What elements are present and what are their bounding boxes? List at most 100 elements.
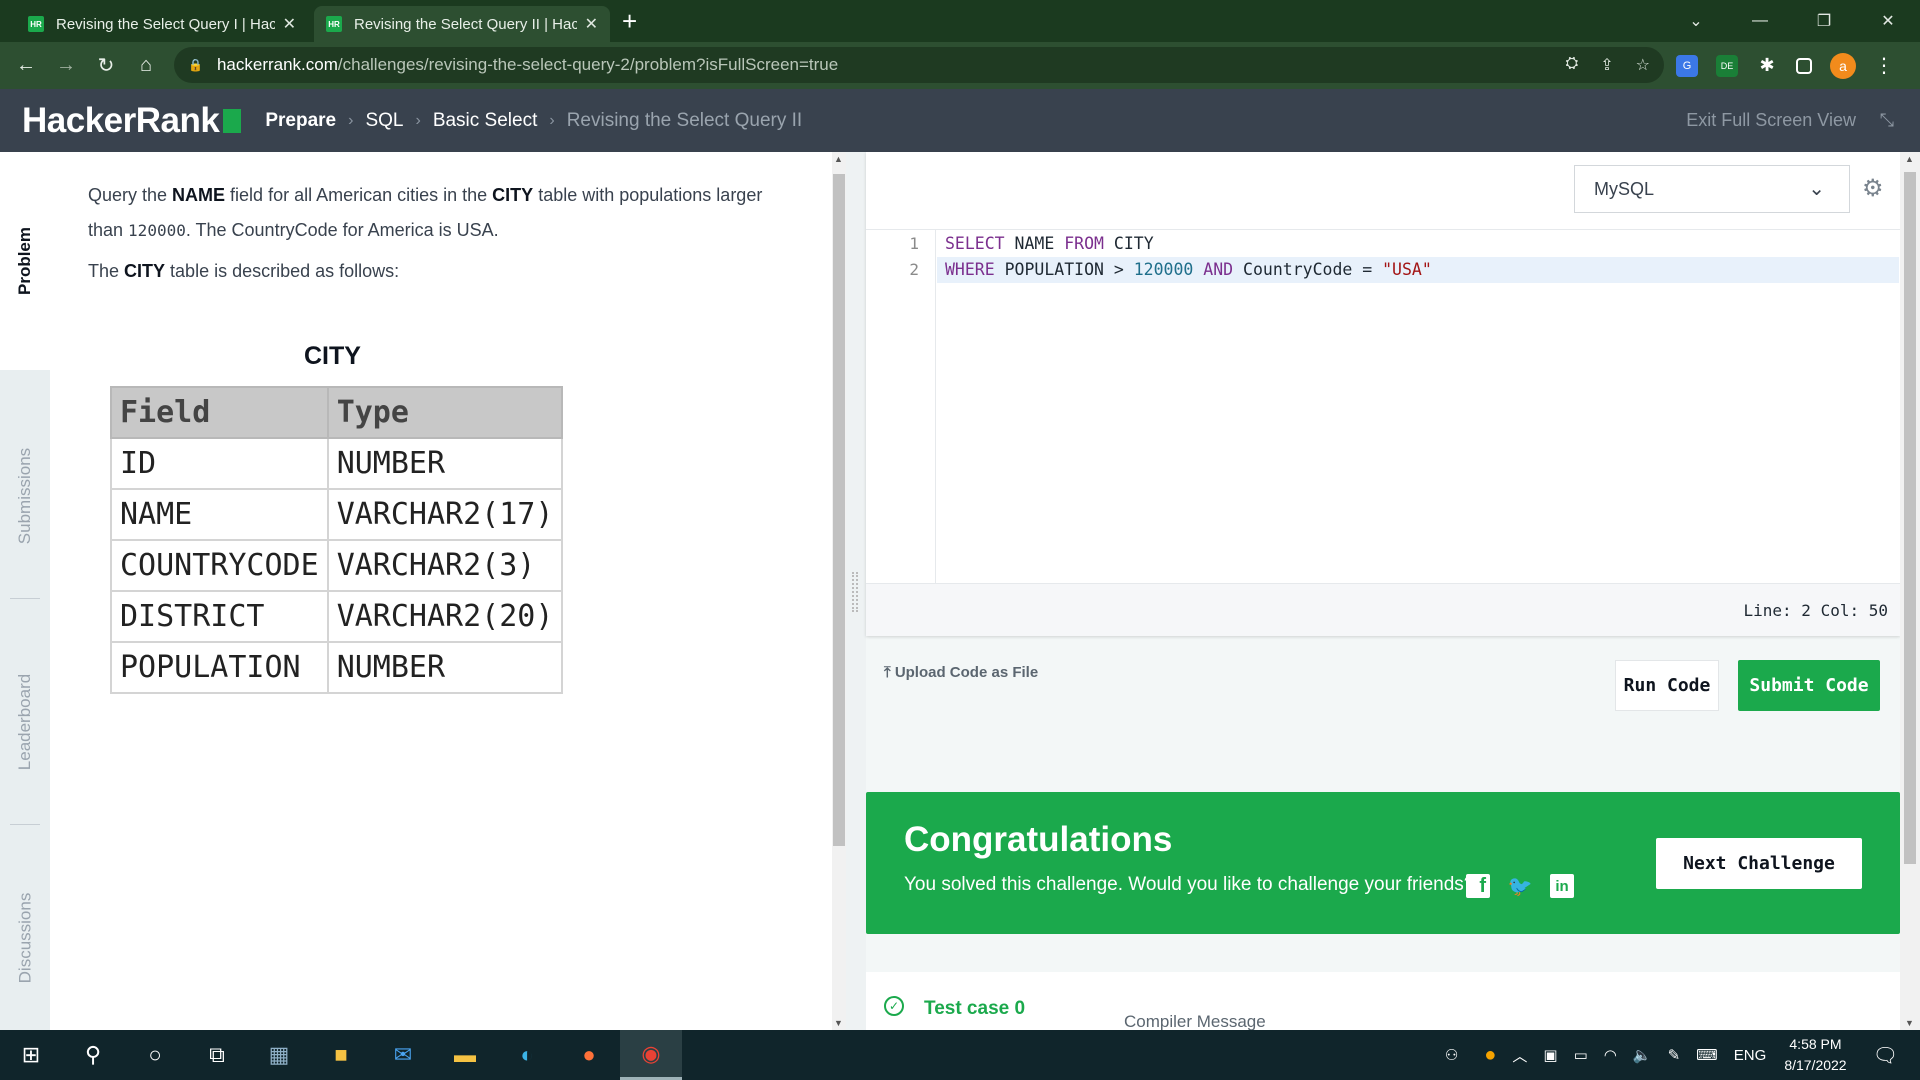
line-number: 1: [909, 234, 919, 253]
code-token: 120000: [1133, 260, 1194, 279]
side-panel-icon[interactable]: [1796, 57, 1812, 74]
panel-splitter[interactable]: [846, 152, 866, 1030]
scrollbar-thumb[interactable]: [1904, 172, 1916, 864]
facebook-icon[interactable]: f: [1466, 874, 1490, 898]
close-icon[interactable]: ✕: [283, 14, 296, 34]
share-icon[interactable]: ⇪: [1600, 55, 1613, 75]
restore-icon[interactable]: ❐: [1792, 11, 1856, 31]
text: . The CountryCode for America is: [185, 220, 457, 240]
pen-icon[interactable]: ✎: [1668, 1046, 1681, 1064]
linkedin-icon[interactable]: in: [1550, 874, 1574, 898]
scroll-down-icon[interactable]: ▼: [834, 1018, 843, 1028]
firefox-icon[interactable]: ●: [558, 1030, 620, 1080]
code-line[interactable]: WHERE POPULATION > 120000 AND CountryCod…: [937, 257, 1899, 283]
table-cell: POPULATION: [110, 641, 329, 694]
mail-icon[interactable]: ✉: [372, 1030, 434, 1080]
profile-avatar[interactable]: a: [1830, 52, 1856, 79]
extensions-puzzle-icon[interactable]: ✱: [1756, 55, 1778, 77]
next-challenge-button[interactable]: Next Challenge: [1656, 838, 1862, 889]
text: .: [493, 220, 499, 240]
scroll-up-icon[interactable]: ▲: [834, 154, 843, 164]
edge-icon[interactable]: ◐: [496, 1030, 558, 1080]
code-line[interactable]: SELECT NAME FROM CITY: [937, 231, 1899, 257]
google-translate-extension-icon[interactable]: G: [1676, 54, 1698, 77]
run-code-button[interactable]: Run Code: [1615, 660, 1719, 711]
tab-problem[interactable]: Problem: [0, 152, 50, 370]
code-token: SELECT: [945, 234, 1005, 253]
tab-submissions[interactable]: Submissions: [0, 396, 50, 596]
status-dot-icon[interactable]: ●: [1484, 1044, 1496, 1067]
country-code: USA: [456, 220, 494, 240]
home-icon[interactable]: ⌂: [126, 54, 166, 77]
test-case-0-tab[interactable]: Test case 0: [924, 998, 1025, 1020]
url-path: /challenges/revising-the-select-query-2/…: [337, 55, 839, 74]
browser-tab-select-query-2[interactable]: HR Revising the Select Query II | Hacker…: [314, 6, 610, 42]
breadcrumb-sql[interactable]: SQL: [365, 110, 403, 132]
menu-kebab-icon[interactable]: ⋮: [1874, 53, 1894, 78]
tab-leaderboard[interactable]: Leaderboard: [0, 622, 50, 822]
table-cell: NAME: [110, 488, 329, 541]
chevron-up-icon[interactable]: ︿: [1512, 1045, 1527, 1066]
language-select[interactable]: MySQL ⌄: [1574, 165, 1850, 213]
file-explorer-icon[interactable]: ▬: [434, 1030, 496, 1080]
tab-discussions[interactable]: Discussions: [0, 846, 50, 1030]
battery-icon[interactable]: ▭: [1574, 1046, 1588, 1064]
calculator-icon[interactable]: ▦: [248, 1030, 310, 1080]
submit-code-button[interactable]: Submit Code: [1738, 660, 1880, 711]
table-header: Field: [110, 386, 329, 439]
close-icon[interactable]: ✕: [585, 14, 598, 34]
forward-icon[interactable]: →: [46, 54, 86, 77]
wifi-icon[interactable]: ◠: [1604, 1046, 1617, 1064]
keyboard-icon[interactable]: ⌨: [1696, 1046, 1718, 1064]
store-icon[interactable]: ■: [310, 1030, 372, 1080]
address-bar[interactable]: 🔒 hackerrank.com/challenges/revising-the…: [174, 47, 1664, 83]
tab-search-icon[interactable]: ⌄: [1664, 11, 1728, 31]
breadcrumb-prepare[interactable]: Prepare: [265, 110, 336, 132]
scroll-down-icon[interactable]: ▼: [1905, 1018, 1914, 1028]
search-icon[interactable]: ⚲: [62, 1030, 124, 1080]
collapse-icon[interactable]: ⤡: [1880, 110, 1894, 131]
windows-start-icon[interactable]: ⊞: [0, 1030, 62, 1080]
reload-icon[interactable]: ↻: [86, 53, 126, 78]
line-number: 2: [909, 260, 919, 279]
problem-paragraph-1: Query the NAME field for all American ci…: [88, 178, 788, 248]
tab-label: Problem: [15, 226, 34, 296]
device-icon[interactable]: ▣: [1543, 1046, 1557, 1064]
notifications-icon[interactable]: 🗨: [1873, 1043, 1898, 1068]
bookmark-star-icon[interactable]: ☆: [1636, 55, 1650, 75]
cortana-icon[interactable]: ○: [124, 1030, 186, 1080]
translate-icon[interactable]: ⛭: [1565, 55, 1578, 75]
breadcrumb: Prepare › SQL › Basic Select › Revising …: [265, 110, 802, 132]
text: The: [88, 261, 125, 281]
breadcrumb-basic-select[interactable]: Basic Select: [433, 110, 538, 132]
scroll-up-icon[interactable]: ▲: [1905, 154, 1914, 164]
browser-tab-select-query-1[interactable]: HR Revising the Select Query I | HackerR…: [16, 6, 308, 42]
hackerrank-logo[interactable]: HackerRank: [22, 101, 242, 141]
table-row: NAME VARCHAR2(17): [110, 488, 564, 541]
people-icon[interactable]: ⚇: [1445, 1046, 1458, 1064]
input-language[interactable]: ENG: [1734, 1047, 1767, 1064]
close-window-icon[interactable]: ✕: [1856, 11, 1920, 31]
scrollbar-thumb[interactable]: [833, 174, 845, 846]
chrome-icon[interactable]: ◉: [620, 1030, 682, 1080]
table-cell: VARCHAR2(17): [326, 488, 564, 541]
vpn-extension-icon[interactable]: DE: [1716, 54, 1738, 77]
code-token: NAME: [1004, 234, 1065, 253]
problem-scrollbar[interactable]: ▲ ▼: [832, 152, 846, 1030]
table-name: CITY: [124, 261, 166, 281]
gear-icon[interactable]: ⚙: [1862, 174, 1884, 203]
minimize-icon[interactable]: —: [1728, 12, 1792, 30]
exit-full-screen-link[interactable]: Exit Full Screen View: [1686, 110, 1856, 131]
drag-handle-icon[interactable]: [852, 572, 858, 612]
clock[interactable]: 4:58 PM 8/17/2022: [1784, 1034, 1846, 1076]
twitter-icon[interactable]: 🐦: [1508, 874, 1533, 898]
code-area[interactable]: 1 2 SELECT NAME FROM CITY WHERE POPULATI…: [866, 229, 1900, 584]
volume-icon[interactable]: 🔈: [1633, 1046, 1652, 1064]
lock-icon[interactable]: 🔒: [188, 58, 203, 72]
upload-code-button[interactable]: ⤒ Upload Code as File: [884, 664, 1038, 681]
back-icon[interactable]: ←: [6, 54, 46, 77]
page-scrollbar[interactable]: ▲ ▼: [1900, 152, 1920, 1030]
task-view-icon[interactable]: ⧉: [186, 1030, 248, 1080]
new-tab-button[interactable]: +: [622, 6, 637, 37]
window-controls: ⌄ — ❐ ✕: [1664, 0, 1920, 42]
